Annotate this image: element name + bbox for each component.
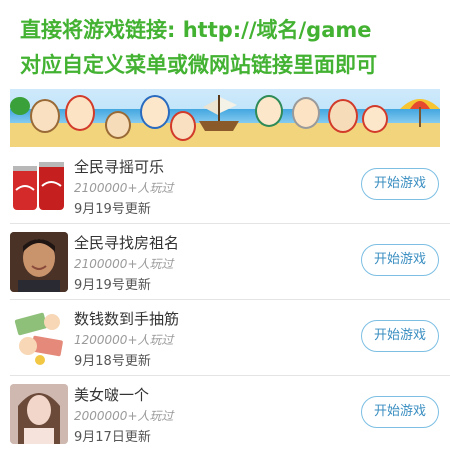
game-list-item[interactable]: 美女啵一个 2000000+人玩过 9月17日更新 开始游戏 [10, 376, 450, 452]
start-game-button[interactable]: 开始游戏 [361, 168, 439, 200]
pirate-ship-icon [199, 95, 239, 131]
game-players-count: 2000000+人玩过 [74, 409, 174, 423]
game-list: 全民寻摇可乐 2100000+人玩过 9月19号更新 开始游戏 全民寻找房祖名 … [10, 148, 450, 450]
instruction-header: 直接将游戏链接: http://域名/game 对应自定义菜单或微网站链接里面即… [0, 0, 450, 88]
start-game-button[interactable]: 开始游戏 [361, 320, 439, 352]
instruction-line-1: 直接将游戏链接: http://域名/game [20, 18, 372, 42]
man-portrait-icon [10, 232, 68, 292]
money-cartoon-thumbnail [10, 308, 68, 368]
start-game-button[interactable]: 开始游戏 [361, 396, 439, 428]
cola-can-icon [13, 162, 64, 210]
money-cartoon-icon [14, 312, 63, 365]
game-list-item[interactable]: 数钱数到手抽筋 1200000+人玩过 9月18号更新 开始游戏 [10, 300, 450, 376]
woman-portrait-thumbnail [10, 384, 68, 444]
game-title: 全民寻摇可乐 [74, 158, 165, 176]
banner-bush [10, 97, 30, 115]
game-list-item[interactable]: 全民寻摇可乐 2100000+人玩过 9月19号更新 开始游戏 [10, 148, 450, 224]
beach-umbrella-icon [400, 99, 440, 127]
start-game-button[interactable]: 开始游戏 [361, 244, 439, 276]
instruction-line-2: 对应自定义菜单或微网站链接里面即可 [20, 53, 377, 77]
pirate-character [30, 99, 60, 133]
pirate-character [140, 95, 170, 129]
pirate-character [328, 99, 358, 133]
game-list-item[interactable]: 全民寻找房祖名 2100000+人玩过 9月19号更新 开始游戏 [10, 224, 450, 300]
man-portrait-thumbnail [10, 232, 68, 292]
game-update-date: 9月19号更新 [74, 202, 151, 217]
pirate-character [170, 111, 196, 141]
game-title: 数钱数到手抽筋 [74, 310, 180, 328]
game-update-date: 9月19号更新 [74, 278, 151, 293]
pirate-character [255, 95, 283, 127]
pirate-character [292, 97, 320, 129]
beach-banner [10, 89, 440, 147]
game-update-date: 9月18号更新 [74, 354, 151, 369]
game-title: 美女啵一个 [74, 386, 150, 404]
game-players-count: 1200000+人玩过 [74, 333, 174, 347]
pirate-character [105, 111, 131, 139]
game-update-date: 9月17日更新 [74, 430, 151, 445]
pirate-character [65, 95, 95, 131]
game-players-count: 2100000+人玩过 [74, 257, 174, 271]
game-players-count: 2100000+人玩过 [74, 181, 174, 195]
cola-cans-thumbnail [10, 156, 68, 216]
pirate-character [362, 105, 388, 133]
game-title: 全民寻找房祖名 [74, 234, 180, 252]
woman-portrait-icon [10, 384, 68, 444]
